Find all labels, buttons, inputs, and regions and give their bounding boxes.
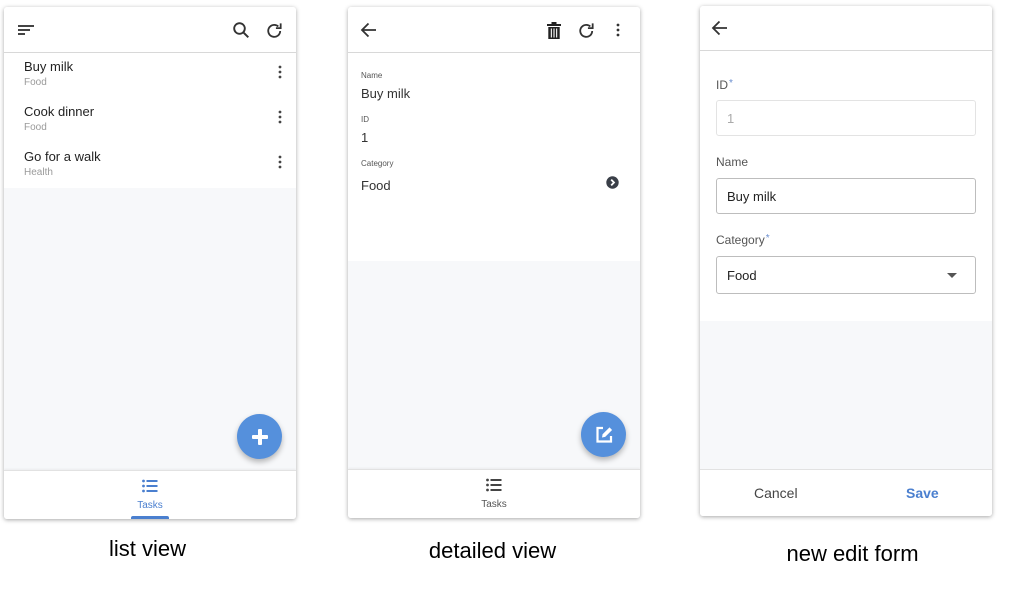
task-title: Go for a walk (24, 149, 101, 164)
name-input[interactable]: Buy milk (716, 178, 976, 214)
form-content: ID* 1 Name Buy milk Category* Food (700, 51, 992, 321)
list-icon (142, 479, 158, 493)
refresh-icon (266, 22, 282, 38)
name-value: Buy milk (361, 86, 411, 101)
form-actions: Cancel Save (700, 469, 992, 516)
more-vertical-icon[interactable] (278, 155, 282, 174)
tab-tasks[interactable]: Tasks (464, 478, 524, 510)
id-label: ID (361, 115, 369, 124)
tab-tasks-label: Tasks (137, 500, 163, 511)
sort-button[interactable] (14, 18, 38, 42)
category-select[interactable]: Food (716, 256, 976, 294)
back-arrow-icon (711, 20, 727, 36)
refresh-icon (578, 22, 594, 38)
refresh-button[interactable] (262, 18, 286, 42)
more-vertical-icon[interactable] (278, 110, 282, 129)
list-item[interactable]: Cook dinner Food (4, 98, 296, 143)
back-arrow-icon (360, 22, 376, 38)
plus-icon (251, 428, 268, 445)
bottom-nav: Tasks (348, 469, 640, 518)
list-icon (486, 478, 502, 492)
save-button[interactable]: Save (906, 485, 939, 501)
list-view-screen: Buy milk Food Cook dinner Food Go for a … (4, 7, 296, 519)
add-task-button[interactable] (237, 414, 282, 459)
search-icon (233, 22, 250, 39)
id-input: 1 (716, 100, 976, 136)
name-label: Name (361, 71, 383, 80)
edit-form-caption: new edit form (786, 541, 919, 566)
chevron-right-circle-icon (606, 176, 619, 189)
back-button[interactable] (356, 18, 380, 42)
task-title: Buy milk (24, 59, 74, 74)
detail-view-screen: Name Buy milk ID 1 Category Food Tasks (348, 7, 640, 518)
category-selected-value: Food (727, 267, 757, 283)
form-appbar (700, 6, 992, 51)
more-vertical-icon[interactable] (278, 65, 282, 84)
category-value[interactable]: Food (361, 178, 391, 193)
task-category: Food (24, 122, 47, 133)
refresh-button[interactable] (574, 18, 598, 42)
list-item[interactable]: Buy milk Food (4, 53, 296, 98)
required-mark: * (729, 78, 733, 89)
category-link-button[interactable] (606, 176, 619, 194)
dropdown-caret-icon (947, 273, 957, 278)
detail-view-caption: detailed view (428, 538, 557, 563)
trash-icon (547, 21, 561, 39)
task-list: Buy milk Food Cook dinner Food Go for a … (4, 53, 296, 188)
more-vertical-icon (616, 23, 620, 37)
tab-tasks[interactable]: Tasks (120, 479, 180, 511)
edit-icon (595, 426, 612, 443)
name-label: Name (716, 155, 749, 169)
detail-appbar (348, 7, 640, 53)
list-view-caption: list view (108, 536, 186, 561)
search-button[interactable] (229, 18, 253, 42)
sort-icon (18, 25, 34, 35)
more-options-button[interactable] (606, 18, 630, 42)
category-label: Category* (716, 233, 770, 247)
list-appbar (4, 7, 296, 53)
bottom-nav: Tasks (4, 470, 296, 519)
back-button[interactable] (707, 16, 731, 40)
edit-form-screen: ID* 1 Name Buy milk Category* Food Cance… (700, 6, 992, 516)
id-value: 1 (361, 130, 369, 145)
task-title: Cook dinner (24, 104, 95, 119)
id-label: ID* (716, 78, 733, 92)
task-category: Food (24, 77, 47, 88)
list-item[interactable]: Go for a walk Health (4, 143, 296, 188)
required-mark: * (765, 233, 770, 244)
category-label: Category (361, 159, 394, 168)
cancel-button[interactable]: Cancel (754, 485, 798, 501)
task-category: Health (24, 167, 53, 178)
tab-tasks-label: Tasks (481, 499, 507, 510)
detail-content: Name Buy milk ID 1 Category Food (348, 53, 640, 261)
edit-button[interactable] (581, 412, 626, 457)
delete-button[interactable] (542, 18, 566, 42)
active-tab-indicator (131, 516, 169, 519)
